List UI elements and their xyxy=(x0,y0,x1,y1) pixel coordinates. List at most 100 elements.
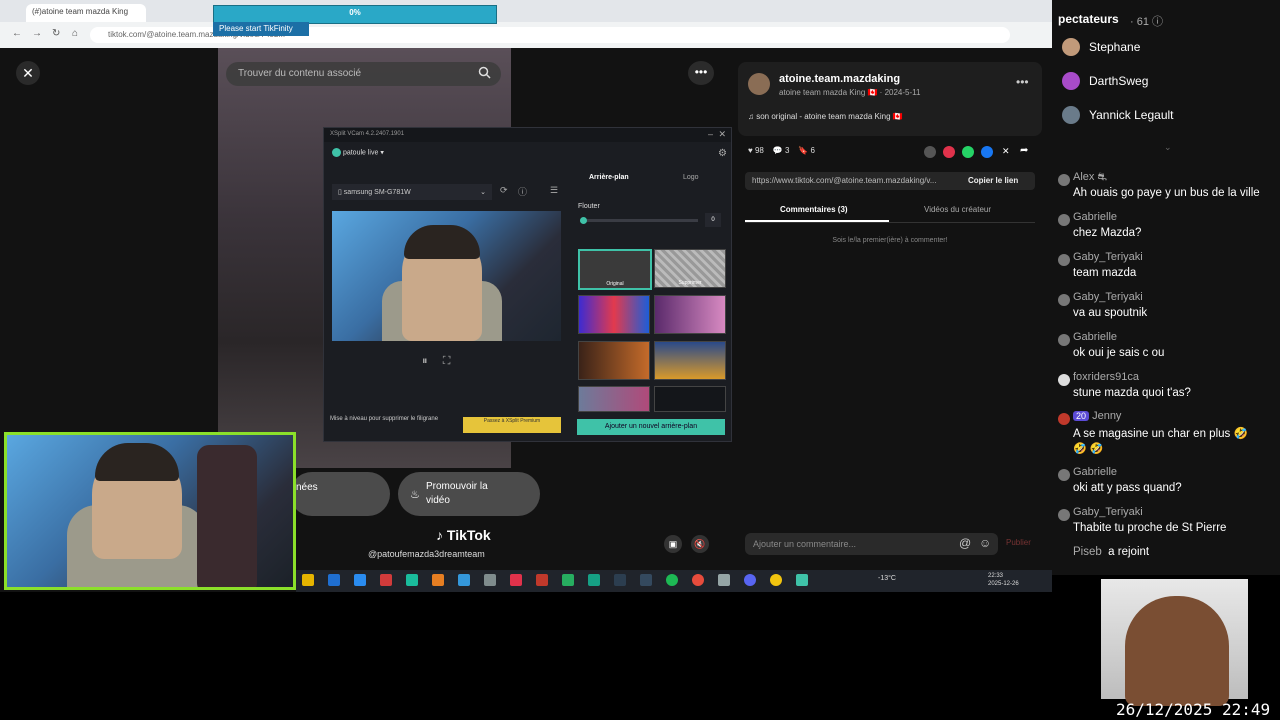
chevron-down-icon[interactable]: ⌄ xyxy=(1164,142,1172,153)
background-thumb[interactable] xyxy=(654,295,726,334)
more-options-button[interactable]: ••• xyxy=(688,61,714,85)
chrome-icon[interactable] xyxy=(770,574,782,586)
close-button[interactable]: ✕ xyxy=(16,61,40,85)
crop-icon[interactable]: ⛶ xyxy=(443,355,451,367)
embed-icon[interactable] xyxy=(924,146,936,158)
heart-icon[interactable]: ♥ xyxy=(748,146,753,155)
premium-button[interactable]: Passez à XSplit Premium xyxy=(463,417,561,433)
close-icon[interactable]: ✕ xyxy=(718,129,726,140)
tiktok-app-icon[interactable] xyxy=(510,574,522,586)
app-icon[interactable] xyxy=(406,574,418,586)
spotify-icon[interactable] xyxy=(666,574,678,586)
viewer-item[interactable]: DarthSweg xyxy=(1062,72,1262,92)
tab-logo[interactable]: Logo xyxy=(683,174,699,181)
chat-username[interactable]: foxriders91ca xyxy=(1073,371,1139,383)
viewers-header: pectateurs xyxy=(1058,12,1119,26)
background-thumb[interactable] xyxy=(578,341,650,380)
whatsapp-icon[interactable] xyxy=(962,146,974,158)
chat-username[interactable]: Gaby_Teriyaki xyxy=(1073,291,1143,303)
previous-pill[interactable]: nées xyxy=(290,472,390,516)
more-icon[interactable]: ••• xyxy=(1016,75,1029,89)
tab-creator-videos[interactable]: Vidéos du créateur xyxy=(924,205,991,214)
xsplit-user[interactable]: patoule live ▾ xyxy=(332,148,384,157)
xbox-icon[interactable] xyxy=(588,574,600,586)
minimize-icon[interactable]: – xyxy=(708,129,713,139)
tab-background[interactable]: Arrière-plan xyxy=(589,174,629,181)
background-thumb-remove[interactable]: Supprimer xyxy=(654,249,726,288)
folder-icon[interactable] xyxy=(302,574,314,586)
steam-icon[interactable] xyxy=(614,574,626,586)
info-icon[interactable]: ⓘ xyxy=(518,185,527,198)
facebook-icon[interactable] xyxy=(981,146,993,158)
background-thumb-original[interactable]: Original xyxy=(578,249,652,290)
forward-icon[interactable]: → xyxy=(32,28,42,39)
app-icon[interactable] xyxy=(536,574,548,586)
reload-icon[interactable]: ↻ xyxy=(52,28,60,39)
avatar xyxy=(1058,413,1070,425)
app-icon[interactable] xyxy=(432,574,444,586)
device-select[interactable]: ▯ samsung SM-G781W ⌄ xyxy=(332,184,492,200)
app-icon[interactable] xyxy=(692,574,704,586)
search-icon[interactable] xyxy=(478,66,491,82)
clock[interactable]: 22:33 2025-12-26 xyxy=(988,572,1019,588)
share-icon[interactable] xyxy=(943,146,955,158)
chat-username[interactable]: Alex ⛐ xyxy=(1073,171,1107,185)
chat-username[interactable]: Gabrielle xyxy=(1073,466,1117,478)
refresh-icon[interactable]: ⟳ xyxy=(500,185,508,196)
edge-icon[interactable] xyxy=(354,574,366,586)
sound-link[interactable]: ♫ son original - atoine team mazda King … xyxy=(748,112,903,121)
background-thumb[interactable] xyxy=(654,341,726,380)
slider-knob[interactable] xyxy=(580,217,587,224)
publish-button[interactable]: Publier xyxy=(1006,538,1031,547)
comment-icon[interactable]: 💬 xyxy=(773,146,783,155)
home-icon[interactable]: ⌂ xyxy=(72,28,78,39)
copy-link-button[interactable]: Copier le lien xyxy=(968,176,1018,185)
chat-username[interactable]: Gaby_Teriyaki xyxy=(1073,506,1143,518)
viewer-name: Stephane xyxy=(1089,40,1141,54)
blur-slider[interactable] xyxy=(580,217,698,224)
forward-share-icon[interactable]: ➦ xyxy=(1020,145,1028,156)
background-thumb[interactable] xyxy=(578,295,650,334)
chat-username[interactable]: Gaby_Teriyaki xyxy=(1073,251,1143,263)
bookmark-icon[interactable]: 🔖 xyxy=(798,146,808,155)
upgrade-text: Mise à niveau pour supprimer le filigran… xyxy=(330,416,439,422)
add-background-button[interactable]: Ajouter un nouvel arrière-plan xyxy=(577,419,725,435)
chat-username[interactable]: Piseb xyxy=(1073,546,1102,558)
app-icon[interactable] xyxy=(562,574,574,586)
chat-username[interactable]: Gabrielle xyxy=(1073,331,1117,343)
settings-icon[interactable]: ⚙ xyxy=(718,148,727,159)
viewer-item[interactable]: Stephane xyxy=(1062,38,1262,58)
tab-comments[interactable]: Commentaires (3) xyxy=(780,205,848,214)
avatar[interactable] xyxy=(748,73,770,95)
xsplit-icon[interactable] xyxy=(796,574,808,586)
store-icon[interactable] xyxy=(328,574,340,586)
viewer-item[interactable]: Yannick Legault xyxy=(1062,106,1262,126)
mute-icon[interactable]: 🔇 xyxy=(691,535,709,553)
tikfinity-notice[interactable]: Please start TikFinity xyxy=(213,22,309,36)
x-icon[interactable]: ✕ xyxy=(1002,146,1010,157)
search-input[interactable]: Trouver du contenu associé xyxy=(226,62,501,86)
app-icon[interactable] xyxy=(718,574,730,586)
clock-date: 2025-12-26 xyxy=(988,581,1019,587)
app-icon[interactable] xyxy=(640,574,652,586)
discord-icon[interactable] xyxy=(744,574,756,586)
mention-icon[interactable]: @ xyxy=(959,536,971,550)
chat-username[interactable]: 20 Jenny xyxy=(1073,410,1121,422)
back-icon[interactable]: ← xyxy=(12,28,22,39)
emoji-icon[interactable]: ☺ xyxy=(979,536,991,550)
picture-in-picture-icon[interactable]: ▣ xyxy=(664,535,682,553)
app-icon[interactable] xyxy=(484,574,496,586)
chat-username[interactable]: Gabrielle xyxy=(1073,211,1117,223)
app-icon[interactable] xyxy=(458,574,470,586)
browser-tab[interactable]: (#)atoine team mazda King xyxy=(26,4,146,22)
background-thumb[interactable] xyxy=(654,386,726,412)
weather-temp[interactable]: -13°C xyxy=(878,575,896,582)
author-name[interactable]: atoine.team.mazdaking xyxy=(779,73,900,85)
camera-preview xyxy=(332,211,561,341)
background-thumb[interactable] xyxy=(578,386,650,412)
pause-icon[interactable]: ⏸ xyxy=(422,355,428,367)
app-icon[interactable] xyxy=(380,574,392,586)
avatar xyxy=(1058,334,1070,346)
adjust-icon[interactable]: ☰ xyxy=(550,185,558,196)
blur-value[interactable]: 0 xyxy=(705,213,721,227)
